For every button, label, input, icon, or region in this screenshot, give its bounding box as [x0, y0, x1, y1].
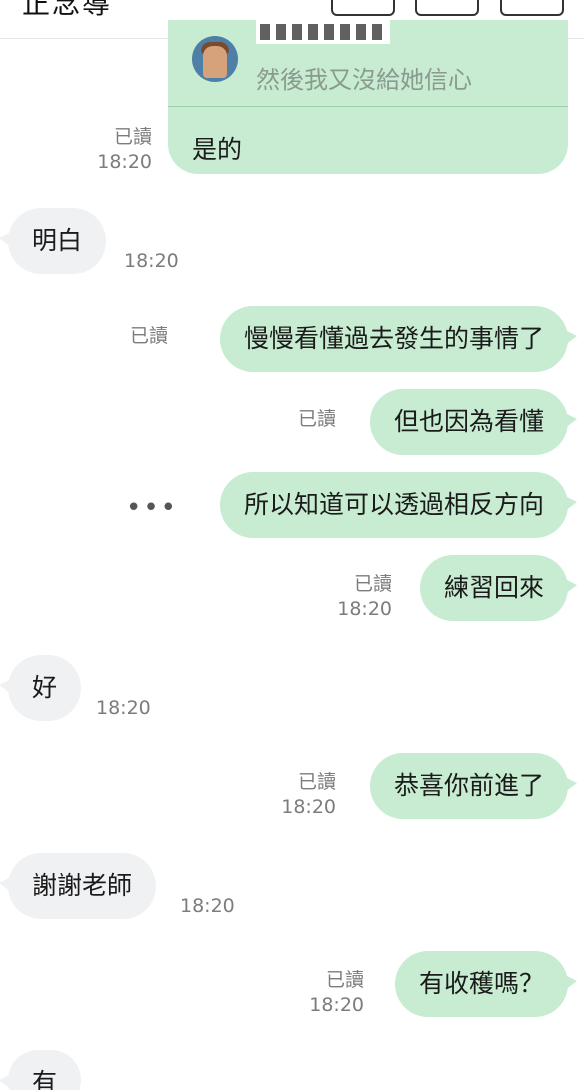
header-button-1[interactable]: [331, 0, 395, 16]
outgoing-message-bubble[interactable]: 練習回來: [419, 555, 578, 621]
more-options-icon[interactable]: •••: [126, 493, 178, 523]
incoming-message-bubble[interactable]: 明白: [0, 208, 107, 274]
message-text: 恭喜你前進了: [393, 771, 544, 800]
outgoing-message-bubble[interactable]: 有收穫嗎？: [394, 951, 578, 1017]
message-text: 好: [32, 673, 58, 702]
read-receipt: 已讀: [297, 771, 336, 793]
incoming-message-bubble[interactable]: 謝謝老師: [0, 853, 157, 919]
message-text: 所以知道可以透過相反方向: [243, 490, 544, 519]
message-text: 慢慢看懂過去發生的事情了: [243, 324, 544, 353]
read-receipt: 已讀: [113, 126, 152, 148]
message-time: 18:20: [97, 151, 152, 173]
message-time: 18:20: [309, 994, 364, 1016]
quoted-sender-avatar: [192, 36, 238, 82]
message-text: 練習回來: [443, 573, 544, 602]
incoming-message-bubble[interactable]: 好: [0, 655, 82, 721]
reply-text: 是的: [192, 135, 243, 164]
read-receipt: 已讀: [129, 325, 168, 347]
read-receipt: 已讀: [353, 573, 392, 595]
incoming-message-bubble[interactable]: 有: [0, 1050, 82, 1090]
outgoing-message-bubble[interactable]: 所以知道可以透過相反方向: [219, 472, 578, 538]
message-text: 有收穫嗎？: [418, 969, 544, 998]
message-time: 18:20: [281, 796, 336, 818]
read-receipt: 已讀: [297, 408, 336, 430]
message-time: 18:20: [337, 598, 392, 620]
message-text: 有: [32, 1068, 58, 1090]
quoted-message[interactable]: 然後我又沒給她信心: [168, 20, 568, 107]
message-time: 18:20: [180, 895, 235, 917]
header-button-3[interactable]: [500, 0, 564, 16]
outgoing-message-bubble[interactable]: 慢慢看懂過去發生的事情了: [219, 306, 578, 372]
message-text: 謝謝老師: [32, 871, 133, 900]
outgoing-message-bubble[interactable]: 但也因為看懂: [369, 389, 578, 455]
quoted-text: 然後我又沒給她信心: [256, 66, 472, 94]
redacted-sender-name: [256, 20, 390, 44]
header-button-2[interactable]: [415, 0, 479, 16]
message-time: 18:20: [124, 250, 179, 272]
chat-screen: 正念導 然後我又沒給她信心 是的 已讀 18:20 明白 18:20 慢慢看懂過…: [0, 0, 584, 1090]
read-receipt: 已讀: [325, 969, 364, 991]
outgoing-message-bubble[interactable]: 恭喜你前進了: [369, 753, 578, 819]
message-text: 明白: [32, 226, 83, 255]
reply-message-bubble[interactable]: 然後我又沒給她信心 是的: [168, 20, 568, 174]
message-text: 但也因為看懂: [393, 407, 544, 436]
chat-title: 正念導: [22, 0, 113, 20]
message-time: 18:20: [96, 697, 151, 719]
